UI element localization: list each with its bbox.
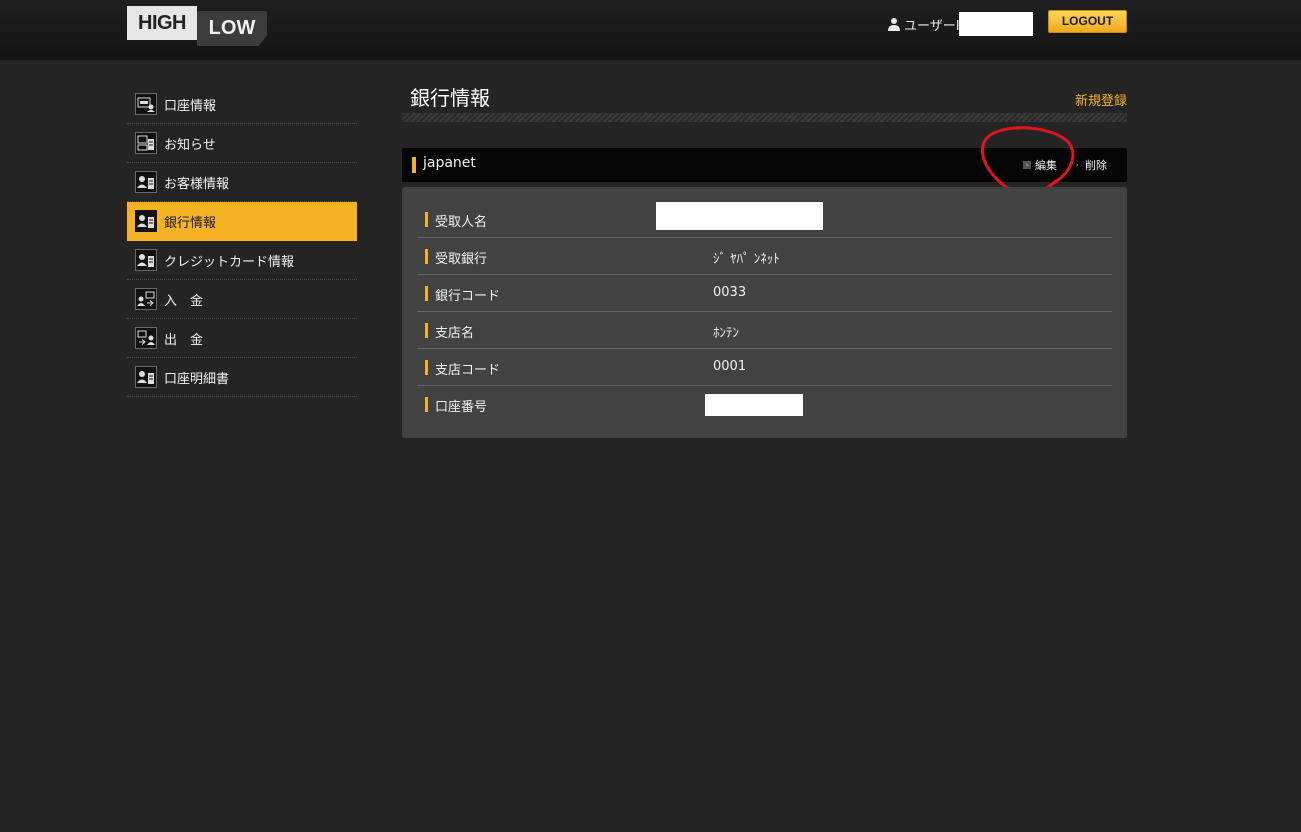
row-accent [425, 323, 428, 338]
detail-row-recipient-name: 受取人名 [417, 201, 1112, 238]
sidebar-item-label: 口座情報 [164, 98, 217, 114]
row-accent [425, 286, 428, 301]
detail-row-branch-code: 支店コード 0001 [417, 349, 1112, 386]
detail-label: 受取人名 [435, 215, 488, 230]
sidebar-item-account-info[interactable]: 口座情報 [127, 85, 357, 124]
bank-info-icon [135, 210, 157, 232]
sidebar-item-label: お客様情報 [164, 176, 230, 192]
bank-bar-accent [412, 157, 416, 173]
detail-row-bank-code: 銀行コード 0033 [417, 275, 1112, 312]
detail-value: 0001 [713, 359, 747, 374]
title-divider [402, 113, 1127, 122]
sidebar-item-label: 入 金 [164, 293, 204, 309]
new-registration-link[interactable]: 新規登録 [1075, 90, 1127, 109]
detail-value: ﾎﾝﾃﾝ [713, 326, 739, 341]
logout-button[interactable]: LOGOUT [1048, 10, 1127, 33]
user-id-label: ユーザーI [904, 18, 960, 34]
detail-row-account-number: 口座番号 [417, 386, 1112, 423]
customer-info-icon [135, 171, 157, 193]
detail-row-branch-name: 支店名 ﾎﾝﾃﾝ [417, 312, 1112, 349]
sidebar-item-label: 口座明細書 [164, 371, 230, 387]
account-number-redaction [705, 394, 803, 416]
sidebar-item-notice[interactable]: お知らせ [127, 124, 357, 163]
detail-label: 口座番号 [435, 400, 488, 415]
recipient-name-redaction [656, 202, 823, 230]
chevron-right-icon: › [1023, 161, 1031, 169]
detail-label: 受取銀行 [435, 252, 488, 267]
sidebar-item-label: 出 金 [164, 332, 204, 348]
credit-card-icon [135, 249, 157, 271]
account-info-icon [135, 93, 157, 115]
statement-icon [135, 366, 157, 388]
sidebar-item-statement[interactable]: 口座明細書 [127, 358, 357, 397]
sidebar-item-label: 銀行情報 [164, 215, 217, 231]
row-accent [425, 360, 428, 375]
delete-label: 削除 [1085, 159, 1107, 172]
detail-label: 銀行コード [435, 289, 501, 304]
sidebar-nav: 口座情報 お知らせ お客様情報 銀行情報 クレジットカード情報 入 金 出 金 … [127, 85, 357, 397]
withdraw-icon [135, 327, 157, 349]
detail-value: 0033 [713, 285, 747, 300]
header: LOW HIGH ユーザーI LOGOUT [0, 0, 1301, 60]
bank-detail-panel: 受取人名 受取銀行 ｼﾞ ﾔﾊﾟ ﾝﾈｯﾄ 銀行コード 0033 支店名 ﾎﾝﾃ… [402, 187, 1127, 438]
sidebar-item-withdraw[interactable]: 出 金 [127, 319, 357, 358]
chevron-right-icon: › [1073, 161, 1081, 169]
edit-button[interactable]: › 編集 [1023, 157, 1057, 173]
notice-icon [135, 132, 157, 154]
row-accent [425, 212, 428, 227]
page-title: 銀行情報 [410, 86, 490, 110]
edit-label: 編集 [1035, 159, 1057, 172]
row-accent [425, 249, 428, 264]
user-id-area: ユーザーI [888, 12, 960, 36]
sidebar-item-deposit[interactable]: 入 金 [127, 280, 357, 319]
sidebar-item-label: クレジットカード情報 [164, 254, 295, 270]
sidebar-item-label: お知らせ [164, 137, 216, 153]
sidebar-item-bank-info[interactable]: 銀行情報 [127, 202, 357, 241]
detail-value: ｼﾞ ﾔﾊﾟ ﾝﾈｯﾄ [713, 252, 780, 267]
detail-label: 支店コード [435, 363, 501, 378]
sidebar-item-credit-card[interactable]: クレジットカード情報 [127, 241, 357, 280]
logo-low: LOW [197, 11, 267, 46]
delete-button[interactable]: › 削除 [1073, 157, 1107, 173]
user-icon [888, 18, 900, 31]
row-accent [425, 397, 428, 412]
deposit-icon [135, 288, 157, 310]
sidebar-item-customer-info[interactable]: お客様情報 [127, 163, 357, 202]
detail-label: 支店名 [435, 326, 475, 341]
highlow-logo[interactable]: LOW HIGH [127, 6, 267, 46]
user-id-redaction [959, 12, 1033, 36]
detail-row-bank: 受取銀行 ｼﾞ ﾔﾊﾟ ﾝﾈｯﾄ [417, 238, 1112, 275]
bank-header-bar: japanet › 編集 › 削除 [402, 148, 1127, 182]
bank-name: japanet [423, 155, 476, 171]
logo-high: HIGH [127, 6, 197, 40]
